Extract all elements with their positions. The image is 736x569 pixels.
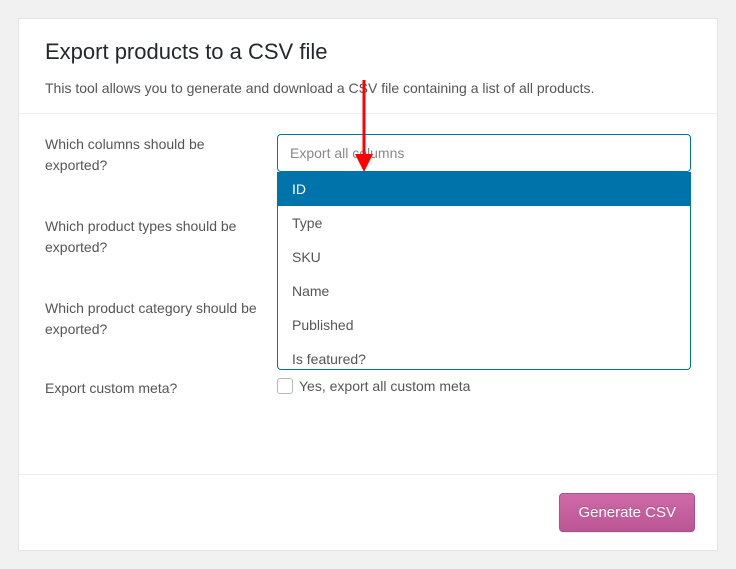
columns-option-isfeatured[interactable]: Is featured? xyxy=(278,342,690,369)
card-body: Which columns should be exported? Export… xyxy=(19,113,717,419)
columns-control: Export all columns ID Type SKU Name Publ… xyxy=(277,134,691,172)
card-header: Export products to a CSV file This tool … xyxy=(19,19,717,113)
meta-checkbox[interactable] xyxy=(277,378,293,394)
columns-option-id[interactable]: ID xyxy=(278,172,690,206)
columns-option-type[interactable]: Type xyxy=(278,206,690,240)
export-card: Export products to a CSV file This tool … xyxy=(18,18,718,551)
meta-checkbox-label: Yes, export all custom meta xyxy=(299,378,470,394)
row-meta-label: Export custom meta? xyxy=(45,378,277,399)
page-title: Export products to a CSV file xyxy=(45,39,691,65)
columns-select-placeholder: Export all columns xyxy=(290,145,404,161)
meta-control: Yes, export all custom meta xyxy=(277,378,691,394)
page-description: This tool allows you to generate and dow… xyxy=(45,79,691,99)
row-types-label: Which product types should be exported? xyxy=(45,216,277,258)
columns-dropdown: ID Type SKU Name Published Is featured? xyxy=(277,172,691,370)
card-footer: Generate CSV xyxy=(19,474,717,550)
row-columns: Which columns should be exported? Export… xyxy=(19,114,717,196)
row-columns-label: Which columns should be exported? xyxy=(45,134,277,176)
columns-select[interactable]: Export all columns xyxy=(277,134,691,172)
generate-csv-button[interactable]: Generate CSV xyxy=(559,493,695,532)
row-category-label: Which product category should be exporte… xyxy=(45,298,277,340)
columns-option-published[interactable]: Published xyxy=(278,308,690,342)
columns-option-sku[interactable]: SKU xyxy=(278,240,690,274)
columns-option-name[interactable]: Name xyxy=(278,274,690,308)
